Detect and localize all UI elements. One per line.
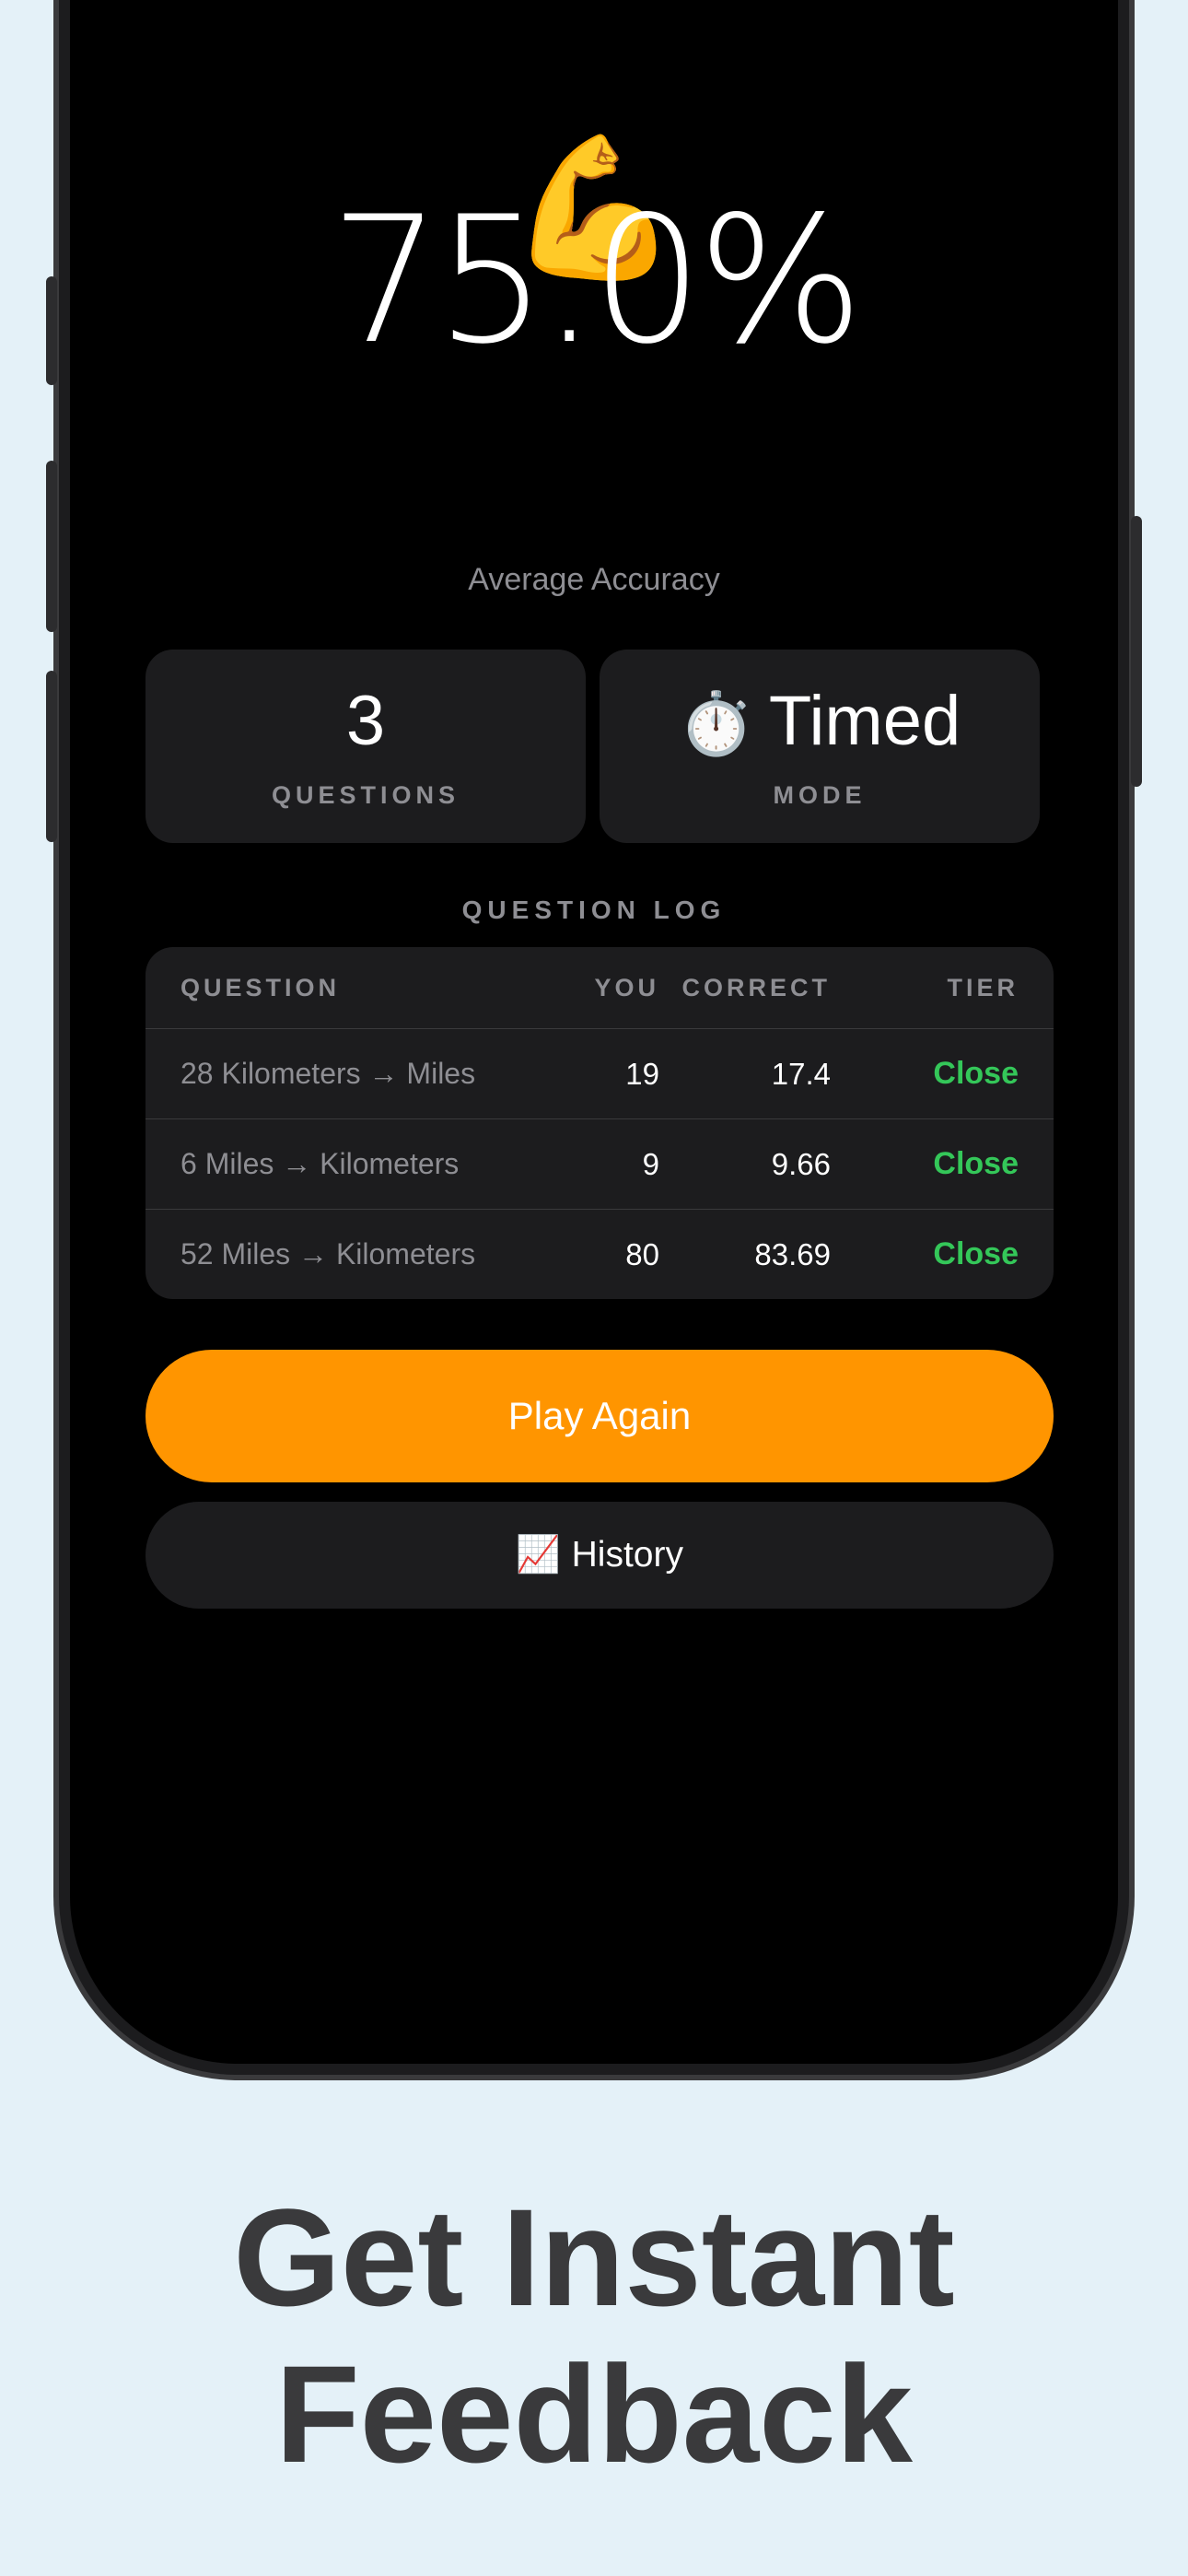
phone-frame: 💪 75.0% Average Accuracy 3 QUESTIONS ⏱️ T… (53, 0, 1135, 2080)
phone-bezel: 💪 75.0% Average Accuracy 3 QUESTIONS ⏱️ T… (59, 0, 1129, 2075)
caption-line-1: Get Instant (233, 2180, 955, 2335)
average-accuracy-label: Average Accuracy (468, 562, 720, 597)
column-header-you: YOU (594, 973, 659, 1001)
question-log-table: QUESTION YOU CORRECT TIER 28 Kilometers … (146, 947, 1054, 1299)
tier-cell: Close (933, 1236, 1019, 1271)
mode-stat-card: ⏱️ Timed MODE (600, 650, 1040, 843)
chart-increasing-icon: 📈 (516, 1535, 561, 1575)
table-row: 52 Miles → Kilometers 80 83.69 Close (146, 1209, 1054, 1299)
average-accuracy-value: 75.0% (330, 179, 864, 382)
phone-volume-up-button (46, 461, 57, 632)
column-header-question: QUESTION (181, 973, 341, 1001)
table-header-row: QUESTION YOU CORRECT TIER (146, 947, 1054, 1028)
questions-stat-card: 3 QUESTIONS (146, 650, 586, 843)
mode-value: Timed (768, 682, 961, 760)
question-log-title: QUESTION LOG (461, 896, 727, 924)
caption-line-2: Feedback (275, 2336, 913, 2491)
mode-label: MODE (773, 781, 867, 809)
question-cell: 6 Miles → Kilometers (181, 1147, 460, 1180)
stopwatch-icon: ⏱️ (678, 689, 754, 757)
question-cell: 52 Miles → Kilometers (181, 1237, 476, 1270)
you-answer-cell: 19 (625, 1056, 659, 1091)
tier-cell: Close (933, 1146, 1019, 1181)
you-answer-cell: 80 (625, 1236, 659, 1271)
you-answer-cell: 9 (642, 1146, 659, 1181)
questions-count: 3 (345, 682, 386, 760)
phone-volume-down-button (46, 671, 57, 842)
play-again-button[interactable]: Play Again (146, 1350, 1054, 1482)
marketing-caption: Get Instant Feedback (0, 2179, 1188, 2492)
app-screen: 💪 75.0% Average Accuracy 3 QUESTIONS ⏱️ T… (70, 0, 1118, 2064)
correct-answer-cell: 83.69 (754, 1236, 831, 1271)
correct-answer-cell: 9.66 (771, 1146, 831, 1181)
column-header-tier: TIER (947, 973, 1019, 1001)
mode-value-line: ⏱️ Timed (600, 686, 1040, 756)
table-row: 28 Kilometers → Miles 19 17.4 Close (146, 1028, 1054, 1118)
history-button-label: History (571, 1535, 683, 1575)
column-header-correct: CORRECT (681, 973, 831, 1001)
phone-action-button (46, 276, 57, 385)
question-cell: 28 Kilometers → Miles (181, 1057, 476, 1090)
table-row: 6 Miles → Kilometers 9 9.66 Close (146, 1118, 1054, 1209)
questions-label: QUESTIONS (271, 781, 460, 809)
phone-power-button (1131, 516, 1142, 787)
correct-answer-cell: 17.4 (771, 1056, 831, 1091)
tier-cell: Close (933, 1056, 1019, 1091)
history-button[interactable]: 📈 History (146, 1502, 1054, 1609)
